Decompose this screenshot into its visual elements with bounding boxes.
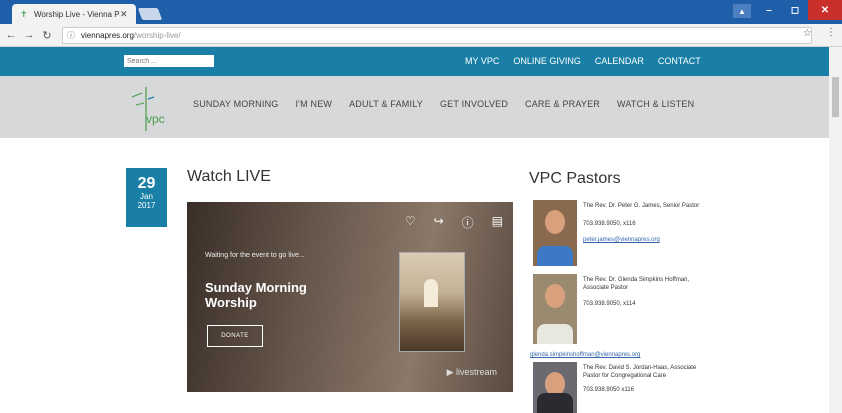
player-actions: ♡ ↪ ⓘ ▤ [405, 214, 503, 231]
event-thumbnail [399, 252, 465, 352]
forward-arrow-icon[interactable]: → [22, 29, 36, 41]
top-link-my-vpc[interactable]: MY VPC [465, 56, 499, 66]
post-date-badge: 29 Jan 2017 [126, 168, 167, 227]
pastor-photo [533, 200, 577, 266]
pastor-shirt [537, 393, 573, 413]
url-host: viennapres.org [81, 31, 134, 40]
nav-get-involved[interactable]: GET INVOLVED [440, 99, 508, 109]
calendar-icon[interactable]: ▤ [492, 214, 503, 231]
pastor-email-link[interactable]: peter.james@viennapres.org [583, 236, 713, 244]
nav-im-new[interactable]: I'M NEW [295, 99, 332, 109]
browser-menu-icon[interactable]: ⋮ [826, 27, 836, 38]
nav-watch-listen[interactable]: WATCH & LISTEN [617, 99, 694, 109]
nav-links: SUNDAY MORNING I'M NEW ADULT & FAMILY GE… [193, 99, 694, 109]
livestream-logo[interactable]: ▶ livestream [447, 367, 497, 378]
pastor-name: The Rev. Dr. Peter G. James, Senior Past… [583, 203, 700, 209]
pastor-photo [533, 362, 577, 413]
pastor-phone: 703.938.9050, x116 [583, 221, 636, 227]
site-favicon-icon: ✝ [20, 9, 28, 19]
new-tab-button[interactable] [137, 8, 163, 20]
pastor-shirt [537, 246, 573, 266]
profile-icon[interactable]: ▲ [733, 4, 751, 18]
share-icon[interactable]: ↪ [434, 214, 444, 231]
browser-tab-title: Worship Live - Vienna P [34, 9, 120, 19]
pastor-email-link[interactable]: glenda.simpkinshoffman@viennapres.org [530, 351, 640, 359]
minimize-button[interactable]: – [758, 0, 780, 20]
pastor-face [545, 284, 565, 308]
close-window-button[interactable]: ✕ [808, 0, 842, 20]
church-window-image [424, 279, 438, 307]
pastors-heading: VPC Pastors [529, 170, 621, 187]
pastor-face [545, 210, 565, 234]
nav-sunday-morning[interactable]: SUNDAY MORNING [193, 99, 278, 109]
post-month: Jan [140, 192, 153, 201]
site-top-bar: MY VPC ONLINE GIVING CALENDAR CONTACT [0, 47, 829, 76]
site-search-input[interactable] [124, 55, 214, 67]
post-day: 29 [137, 175, 156, 192]
pastor-info: The Rev. Dr. Glenda Simpkins Hoffman, As… [583, 276, 713, 308]
bookmark-star-icon[interactable]: ☆ [803, 28, 812, 39]
top-links: MY VPC ONLINE GIVING CALENDAR CONTACT [465, 56, 701, 66]
browser-tab[interactable]: ✝ Worship Live - Vienna P ✕ [12, 4, 136, 24]
info-icon[interactable]: ⓘ [462, 214, 474, 231]
url-input[interactable]: ⓘ viennapres.org/worship-live/ [62, 27, 812, 44]
pastor-phone: 703.938.9050, x114 [583, 301, 636, 307]
page-title: Watch LIVE [187, 168, 271, 185]
url-path: /worship-live/ [133, 31, 181, 40]
logo-text[interactable]: vpc [146, 112, 165, 126]
event-title: Sunday Morning Worship [205, 280, 307, 310]
waiting-message: Waiting for the event to go live... [205, 252, 305, 259]
donate-button[interactable]: DONATE [207, 325, 263, 347]
nav-adult-family[interactable]: ADULT & FAMILY [349, 99, 423, 109]
top-link-contact[interactable]: CONTACT [658, 56, 701, 66]
pastor-name: The Rev. David S. Jordan-Haas, Associate… [583, 365, 697, 379]
heart-icon[interactable]: ♡ [405, 214, 416, 231]
close-tab-icon[interactable]: ✕ [120, 9, 130, 20]
browser-tab-strip: ✝ Worship Live - Vienna P ✕ ▲ – ◻ ✕ [0, 0, 842, 24]
top-link-calendar[interactable]: CALENDAR [595, 56, 644, 66]
nav-care-prayer[interactable]: CARE & PRAYER [525, 99, 600, 109]
pastor-shirt [537, 324, 573, 344]
pastor-info: The Rev. Dr. Peter G. James, Senior Past… [583, 202, 713, 244]
pastor-info: The Rev. David S. Jordan-Haas, Associate… [583, 364, 713, 394]
info-icon[interactable]: ⓘ [67, 30, 77, 41]
top-link-online-giving[interactable]: ONLINE GIVING [513, 56, 581, 66]
back-arrow-icon[interactable]: ← [4, 29, 18, 41]
livestream-brand-text: livestream [455, 367, 497, 377]
post-year: 2017 [137, 201, 156, 210]
livestream-player[interactable]: ♡ ↪ ⓘ ▤ Waiting for the event to go live… [187, 202, 513, 392]
address-bar: ← → ↻ ⓘ viennapres.org/worship-live/ [0, 24, 842, 47]
page-scrollbar[interactable] [829, 47, 842, 413]
pastor-photo [533, 274, 577, 344]
reload-icon[interactable]: ↻ [40, 29, 54, 42]
scrollbar-thumb[interactable] [832, 77, 839, 117]
pastor-name: The Rev. Dr. Glenda Simpkins Hoffman, As… [583, 277, 690, 291]
pastor-phone: 703.938.9050 x116 [583, 387, 634, 393]
maximize-button[interactable]: ◻ [784, 0, 806, 20]
